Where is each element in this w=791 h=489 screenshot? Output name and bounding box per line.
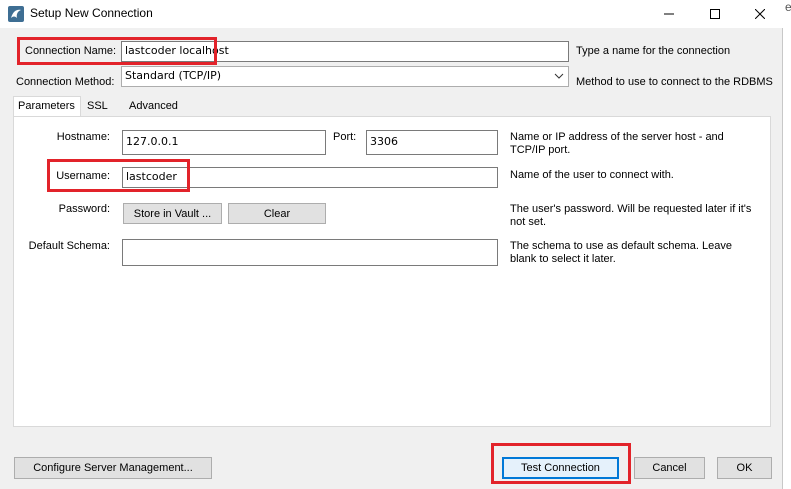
connection-method-select[interactable]: Standard (TCP/IP): [121, 66, 569, 87]
cancel-button[interactable]: Cancel: [634, 457, 705, 479]
default-schema-hint: The schema to use as default schema. Lea…: [510, 240, 732, 265]
hostname-label: Hostname:: [56, 131, 110, 143]
connection-name-hint: Type a name for the connection: [576, 45, 731, 57]
tab-parameters[interactable]: Parameters: [13, 96, 81, 116]
test-connection-button[interactable]: Test Connection: [502, 457, 619, 479]
password-label: Password:: [58, 203, 110, 215]
parameters-panel: [13, 116, 771, 427]
username-label: Username:: [56, 170, 110, 182]
port-label: Port:: [333, 131, 357, 143]
port-input[interactable]: 3306: [366, 130, 498, 155]
maximize-icon: [710, 9, 720, 19]
connection-name-label: Connection Name:: [25, 45, 117, 57]
store-in-vault-button[interactable]: Store in Vault ...: [123, 203, 222, 224]
connection-name-input[interactable]: lastcoder localhost: [121, 41, 569, 62]
host-hint: Name or IP address of the server host - …: [510, 131, 724, 156]
connection-method-hint: Method to use to connect to the RDBMS: [576, 76, 773, 88]
mysql-dolphin-icon: [8, 6, 24, 22]
close-icon: [755, 9, 765, 19]
setup-connection-dialog: Setup New Connection Connection Name: la…: [0, 0, 783, 489]
maximize-button[interactable]: [692, 0, 738, 28]
tab-ssl[interactable]: SSL: [83, 97, 121, 115]
close-button[interactable]: [737, 0, 783, 28]
minimize-icon: [664, 13, 674, 15]
clear-password-button[interactable]: Clear: [228, 203, 326, 224]
password-hint: The user's password. Will be requested l…: [510, 203, 752, 228]
chevron-down-icon: [554, 71, 564, 81]
connection-method-label: Connection Method:: [16, 76, 115, 88]
username-hint: Name of the user to connect with.: [510, 169, 674, 181]
ok-button[interactable]: OK: [717, 457, 772, 479]
title-bar[interactable]: Setup New Connection: [0, 0, 783, 28]
background-text-fragment: e: [785, 0, 791, 14]
username-input[interactable]: lastcoder: [122, 167, 498, 188]
default-schema-input[interactable]: [122, 239, 498, 266]
hostname-input[interactable]: 127.0.0.1: [122, 130, 326, 155]
connection-method-value: Standard (TCP/IP): [125, 69, 222, 82]
configure-server-management-button[interactable]: Configure Server Management...: [14, 457, 212, 479]
minimize-button[interactable]: [646, 0, 692, 28]
default-schema-label: Default Schema:: [28, 240, 110, 252]
window-title: Setup New Connection: [30, 6, 153, 20]
tab-advanced[interactable]: Advanced: [125, 97, 185, 115]
